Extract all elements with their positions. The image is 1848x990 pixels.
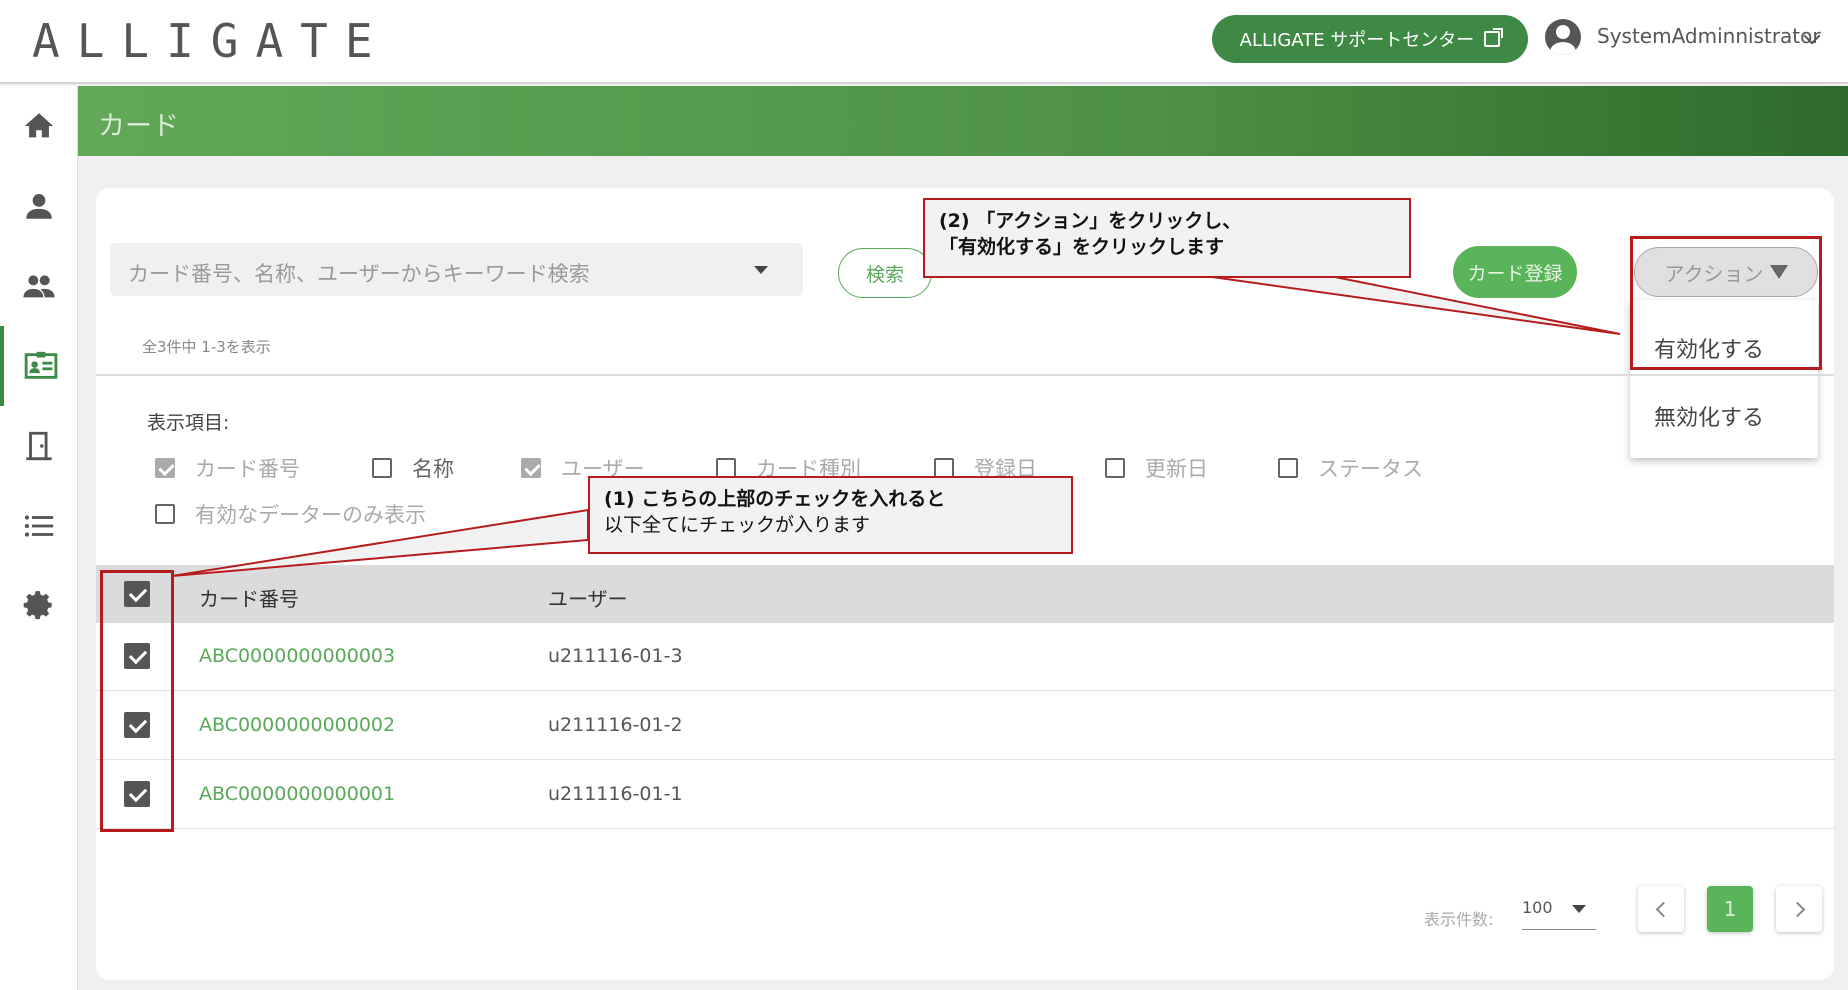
user-cell: u211116-01-1 [548,783,683,805]
register-card-button[interactable]: カード登録 [1453,246,1577,298]
annotation-highlight-checkboxes [100,570,174,832]
search-button[interactable]: 検索 [838,248,932,298]
sidebar-item-home[interactable] [0,86,78,166]
gear-icon [23,591,52,620]
chevron-left-icon [1655,901,1671,917]
sidebar-item-list[interactable] [0,486,78,566]
annotation-callout-step1: (1) こちらの上部のチェックを入れると 以下全てにチェックが入ります [588,476,1073,554]
search-placeholder: カード番号、名称、ユーザーからキーワード検索 [128,262,590,286]
display-items-label: 表示項目: [147,412,230,434]
id-card-icon [24,351,58,379]
external-link-icon [1484,28,1504,47]
sidebar-item-user[interactable] [0,166,78,246]
user-cell: u211116-01-2 [548,714,683,736]
table-row: ABC0000000000002 u211116-01-2 [96,692,1834,760]
chevron-right-icon [1789,901,1805,917]
result-count: 全3件中 1-3を表示 [142,338,271,356]
app-header: ALLIGATE ALLIGATE サポートセンター SystemAdminni… [0,0,1848,84]
table-row: ABC0000000000001 u211116-01-1 [96,761,1834,829]
app-logo[interactable]: ALLIGATE [32,14,390,68]
list-icon [24,515,54,537]
caret-down-icon[interactable] [754,266,768,274]
display-option-name[interactable]: 名称 [372,453,454,483]
per-page-select[interactable]: 100 [1522,888,1596,930]
door-icon [26,431,52,461]
annotation-highlight-action [1630,236,1822,370]
sidebar-item-doors[interactable] [0,406,78,486]
per-page-label: 表示件数: [1424,910,1494,929]
display-option-active-only[interactable]: 有効なデーターのみ表示 [155,499,426,529]
display-option-status[interactable]: ステータス [1278,453,1423,483]
display-option-card-number[interactable]: カード番号 [155,453,300,483]
checkbox[interactable] [521,458,541,478]
username-label[interactable]: SystemAdminnistrator [1597,24,1821,48]
checkbox[interactable] [372,458,392,478]
column-header-user[interactable]: ユーザー [548,583,628,612]
sidebar-item-cards[interactable] [0,326,78,406]
page-title-bar: カード [78,86,1848,156]
support-center-label: ALLIGATE サポートセンター [1239,30,1475,51]
caret-down-icon [1572,905,1586,913]
table-row: ABC0000000000003 u211116-01-3 [96,623,1834,691]
menu-item-deactivate[interactable]: 無効化する [1654,400,1764,432]
table-header: カード番号 ユーザー [96,565,1834,623]
page-1-button[interactable]: 1 [1707,886,1753,932]
next-page-button[interactable] [1776,886,1822,932]
checkbox[interactable] [155,504,175,524]
sidebar-item-groups[interactable] [0,246,78,326]
display-option-updated-date[interactable]: 更新日 [1105,453,1208,483]
card-number-link[interactable]: ABC0000000000002 [199,714,395,736]
per-page-value: 100 [1522,898,1553,917]
checkbox[interactable] [1105,458,1125,478]
checkbox[interactable] [1278,458,1298,478]
checkbox[interactable] [934,458,954,478]
column-header-card-number[interactable]: カード番号 [199,583,299,612]
group-icon [23,275,55,298]
support-center-button[interactable]: ALLIGATE サポートセンター [1212,15,1528,63]
user-cell: u211116-01-3 [548,645,683,667]
user-avatar-icon[interactable] [1545,19,1581,55]
annotation-callout-step2: (2) 「アクション」をクリックし、 「有効化する」をクリックします [923,198,1411,278]
home-icon [24,113,54,138]
card-number-link[interactable]: ABC0000000000003 [199,645,395,667]
sidebar [0,86,78,990]
divider [96,374,1834,376]
checkbox[interactable] [716,458,736,478]
page-title: カード [98,111,179,142]
search-input[interactable]: カード番号、名称、ユーザーからキーワード検索 [110,243,803,296]
prev-page-button[interactable] [1638,886,1684,932]
user-icon [26,193,52,219]
checkbox[interactable] [155,458,175,478]
sidebar-item-settings[interactable] [0,566,78,646]
card-number-link[interactable]: ABC0000000000001 [199,783,395,805]
